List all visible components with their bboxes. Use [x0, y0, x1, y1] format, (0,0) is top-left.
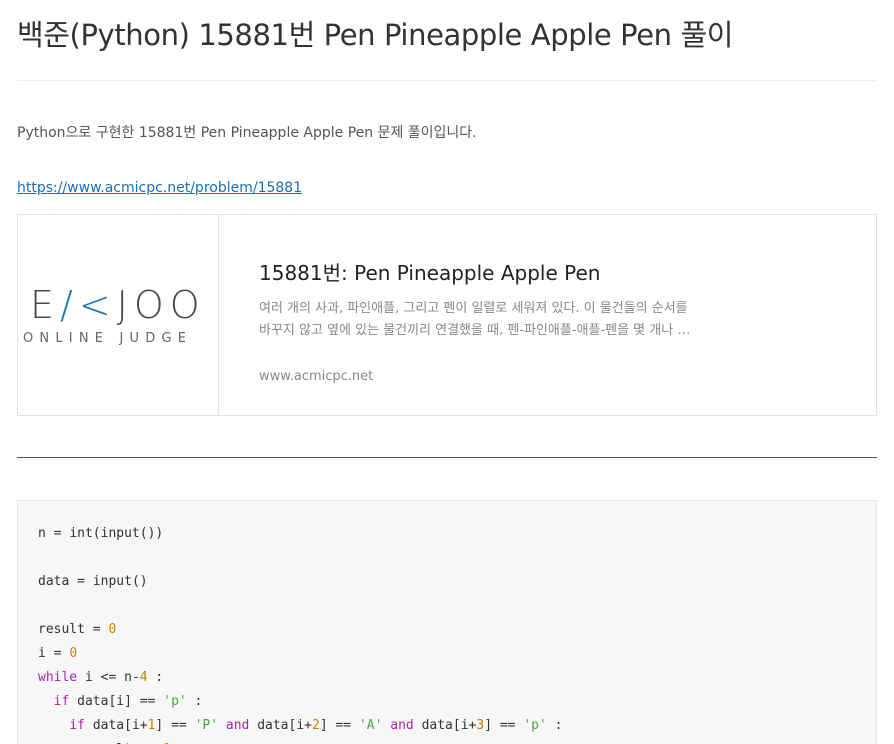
link-preview-card[interactable]: E/<JOO ONLINE JUDGE 15881번: Pen Pineappl…: [17, 214, 877, 416]
horizontal-rule: [17, 457, 877, 458]
preview-description-line: 여러 개의 사과, 파인애플, 그리고 펜이 일렬로 세워져 있다. 이 물건들…: [259, 301, 688, 316]
page-title: 백준(Python) 15881번 Pen Pineapple Apple Pe…: [17, 18, 734, 52]
problem-link[interactable]: https://www.acmicpc.net/problem/15881: [17, 180, 302, 196]
code-block: n = int(input()) data = input() result = 0…: [17, 500, 877, 744]
preview-description-line: 바꾸지 않고 옆에 있는 물건끼리 연결했을 때, 펜-파인애플-애플-펜을 몇…: [259, 323, 691, 338]
intro-text: Python으로 구현한 15881번 Pen Pineapple Apple …: [17, 125, 477, 141]
code-line: result += 1: [38, 738, 562, 744]
code-line: result = 0: [38, 622, 117, 637]
code-line: if data[i] == 'p' :: [53, 694, 203, 709]
code-line: i = 0: [38, 646, 78, 661]
preview-description: 여러 개의 사과, 파인애플, 그리고 펜이 일렬로 세워져 있다. 이 물건들…: [259, 298, 729, 342]
preview-host: www.acmicpc.net: [259, 369, 374, 384]
code-line: n = int(input()): [38, 526, 164, 541]
code-line: while i <= n-4 :: [38, 670, 164, 685]
code-line: if data[i+1] == 'P' and data[i+2] == 'A'…: [69, 718, 563, 733]
code-line: data = input(): [38, 574, 148, 589]
logo-subtitle: ONLINE JUDGE: [23, 331, 193, 346]
preview-title[interactable]: 15881번: Pen Pineapple Apple Pen: [259, 257, 600, 286]
logo-wordmark: E/<JOO: [30, 283, 206, 327]
baekjoon-logo: E/<JOO ONLINE JUDGE: [18, 215, 219, 415]
title-divider: [17, 80, 877, 81]
code-body: n = int(input()) data = input() result = 0…: [38, 522, 562, 744]
